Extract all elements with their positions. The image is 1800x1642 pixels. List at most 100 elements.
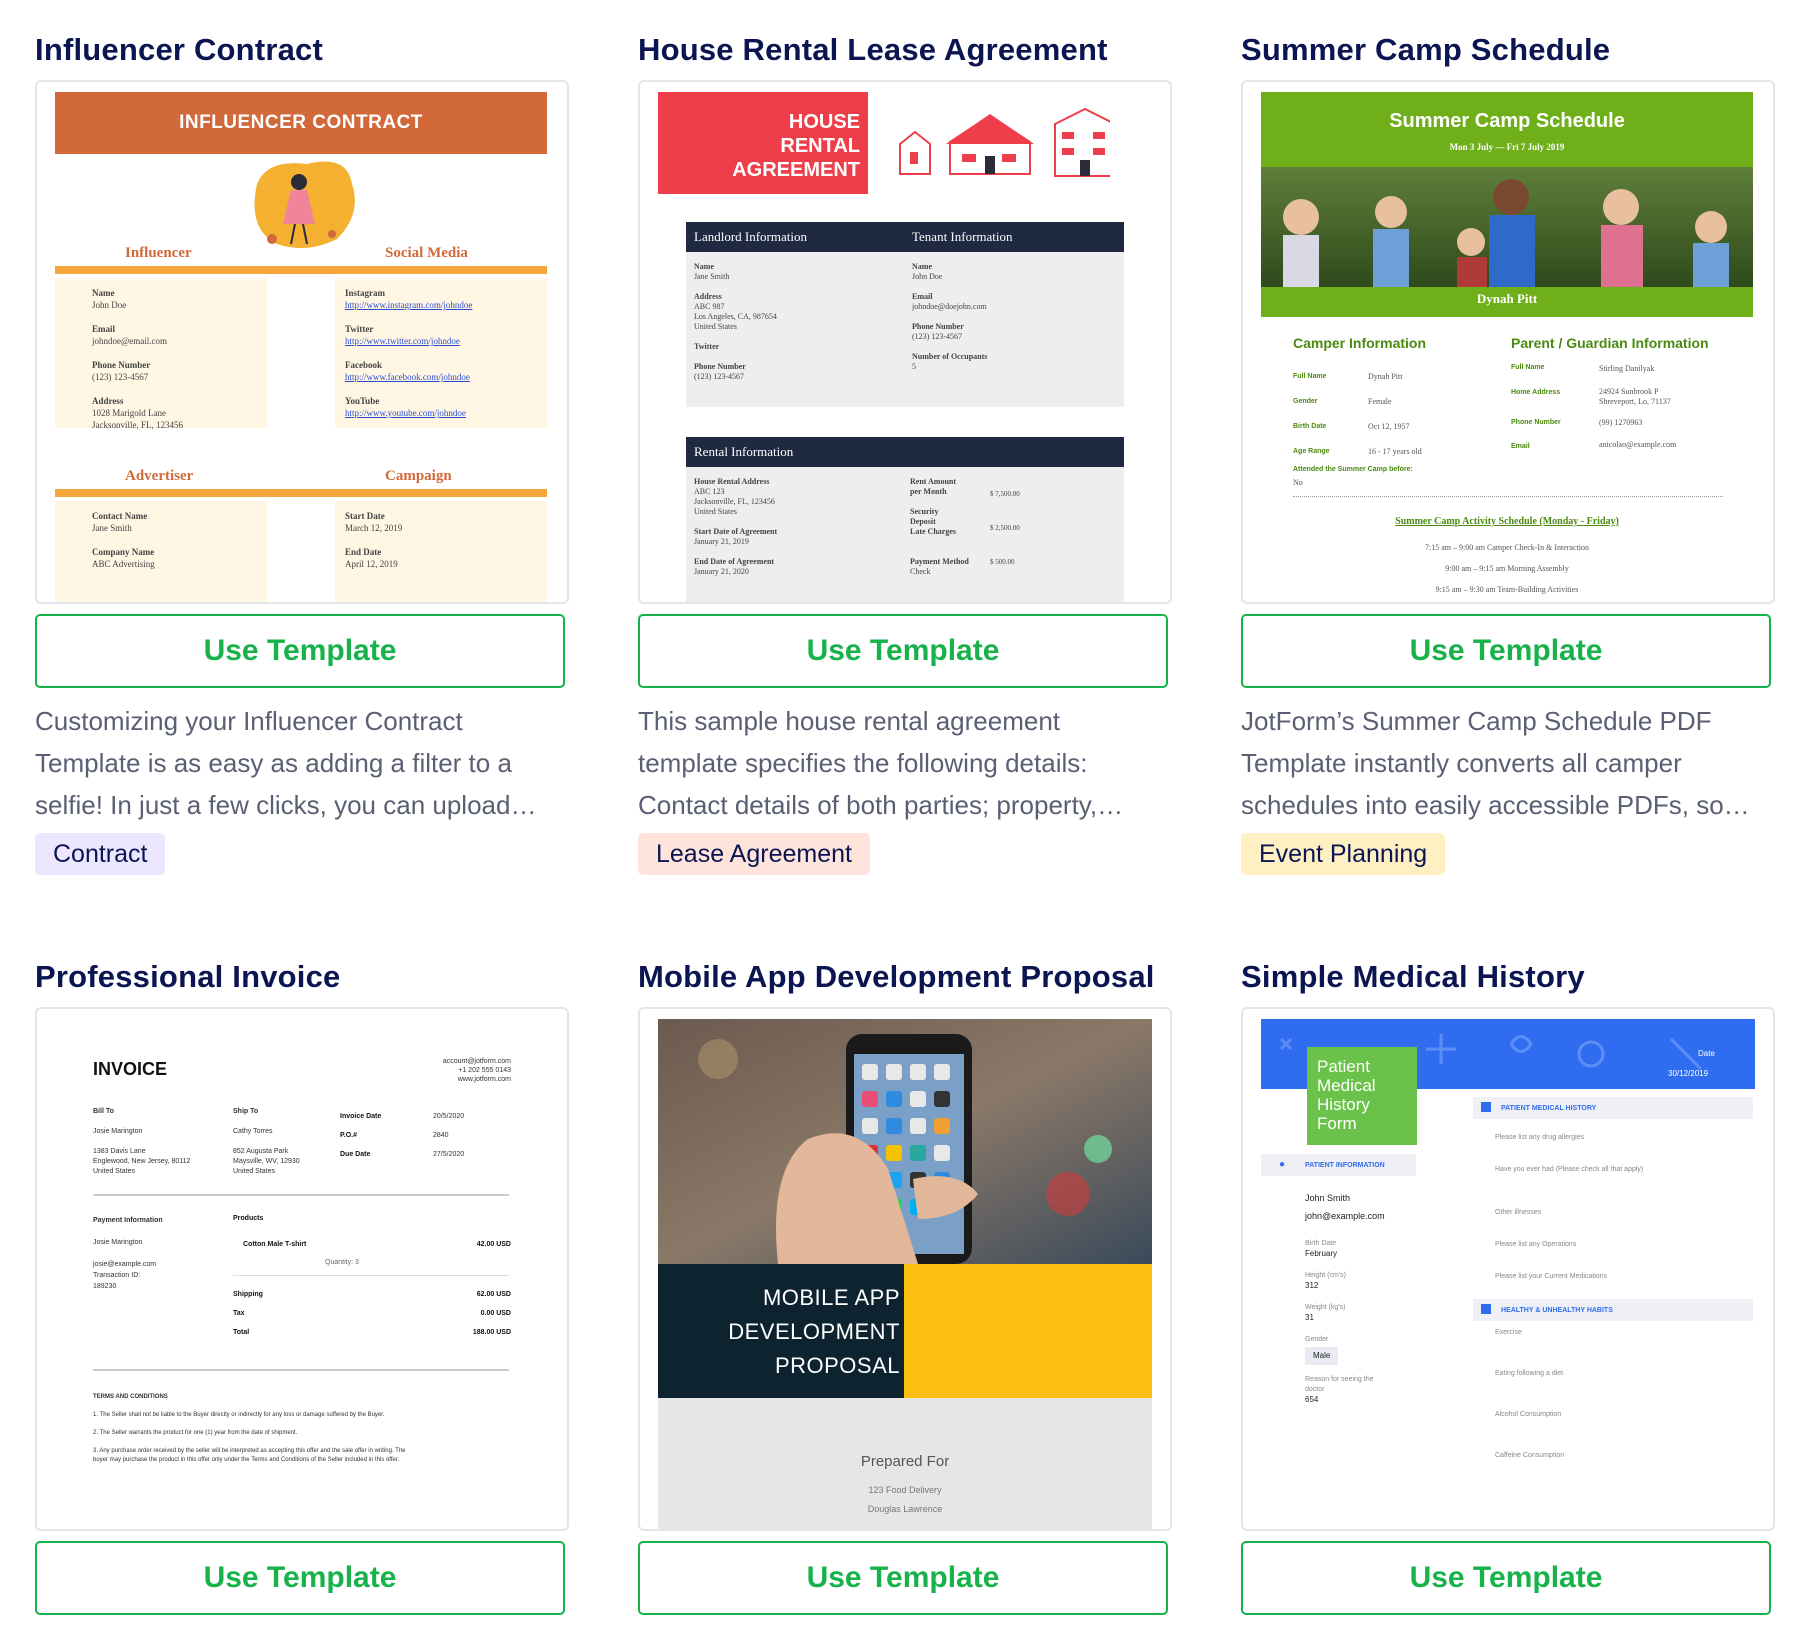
user-icon: ●	[1279, 1159, 1286, 1170]
products-heading: Products	[233, 1215, 264, 1222]
parent-labels: Full Name Home Address Phone Number Email	[1511, 364, 1561, 450]
patient-identity: John Smith john@example.com	[1305, 1193, 1385, 1221]
template-card-summer-camp: Summer Camp Schedule Summer Camp Schedul…	[1241, 28, 1775, 875]
divider	[55, 489, 547, 497]
patient-details: Birth Date February Height (cm's) 312 Weig…	[1305, 1240, 1374, 1404]
invoice-heading: INVOICE	[93, 1059, 168, 1079]
activity-list: 7:15 am – 9:00 am Camper Check-In & Inte…	[1425, 543, 1589, 594]
terms: TERMS AND CONDITIONS 1. The Seller shall…	[93, 1394, 406, 1463]
section-influencer: Influencer	[125, 245, 192, 261]
info-icon	[1481, 1102, 1491, 1112]
section-gap	[267, 501, 335, 602]
pi-heading: PATIENT INFORMATION	[1305, 1162, 1385, 1169]
divider	[55, 266, 547, 274]
rental-heading: Rental Information	[694, 444, 794, 459]
use-template-button[interactable]: Use Template	[35, 614, 565, 688]
card-title[interactable]: Summer Camp Schedule	[1241, 28, 1775, 72]
totals-labels: Shipping Tax Total	[233, 1291, 263, 1336]
category-tag[interactable]: Lease Agreement	[638, 833, 870, 875]
divider	[93, 1194, 509, 1196]
card-title[interactable]: Mobile App Development Proposal	[638, 955, 1172, 999]
card-title[interactable]: Influencer Contract	[35, 28, 569, 72]
parent-values: Stirling Danilyak 24924 Sunbrook P Shrevep…	[1599, 364, 1677, 449]
attended-value: No	[1293, 478, 1303, 487]
houses-icon	[899, 107, 1110, 177]
use-template-button[interactable]: Use Template	[35, 1541, 565, 1615]
card-title[interactable]: House Rental Lease Agreement	[638, 28, 1172, 72]
tenant-details: Name John Doe Email johndoe@doejohn.com Ph…	[912, 262, 988, 371]
product-quantity: Quantity: 3	[325, 1259, 359, 1266]
card-description: JotForm’s Summer Camp Schedule PDF Templa…	[1241, 706, 1750, 820]
product-price: 42.00 USD	[476, 1241, 511, 1248]
activity-heading: Summer Camp Activity Schedule (Monday - …	[1395, 516, 1619, 527]
section-social-media: Social Media	[385, 245, 468, 261]
use-template-button[interactable]: Use Template	[1241, 614, 1771, 688]
use-template-button[interactable]: Use Template	[638, 1541, 1168, 1615]
tenant-heading: Tenant Information	[912, 229, 1013, 244]
pmh-heading: PATIENT MEDICAL HISTORY	[1501, 1105, 1597, 1112]
prepared-for: Prepared For	[860, 1453, 950, 1470]
template-card-simple-medical-history: Simple Medical History Patient Medical His…	[1241, 955, 1775, 1615]
camper-values: Dynah Pitt Female Oct 12, 1957 16 - 17 year…	[1368, 372, 1422, 456]
habits-heading: HEALTHY & UNHEALTHY HABITS	[1501, 1307, 1613, 1314]
rental-amounts: $ 7,500.00 $ 2,500.00 $ 500.00	[990, 490, 1020, 566]
divider	[233, 1275, 509, 1276]
landlord-heading: Landlord Information	[694, 229, 807, 244]
template-card-mobile-app-proposal: Mobile App Development Proposal MOBILE A…	[638, 955, 1172, 1615]
use-template-button[interactable]: Use Template	[638, 614, 1168, 688]
prepared-for-details: 123 Food Delivery Douglas Lawrence	[867, 1485, 943, 1514]
medical-questions: Please list any drug allergies Have you …	[1495, 1134, 1644, 1280]
medical-form-badge: Patient Medical History Form	[1307, 1047, 1417, 1145]
attended-label: Attended the Summer Camp before:	[1293, 466, 1413, 473]
accent-block	[904, 1264, 1152, 1398]
social-details: Instagram http://www.instagram.com/johndo…	[345, 288, 473, 418]
camper-heading: Camper Information	[1293, 335, 1427, 351]
template-card-house-rental: House Rental Lease Agreement HOUSE RENTAL…	[638, 28, 1172, 875]
section-advertiser: Advertiser	[125, 468, 194, 484]
template-preview[interactable]: HOUSE RENTAL AGREEMENT Landlord Informatio…	[638, 80, 1172, 604]
category-tag[interactable]: Contract	[35, 833, 166, 875]
influencer-illustration-icon	[254, 161, 355, 248]
ship-to: Ship To Cathy Torres 852 Augusta Park Maysv…	[233, 1108, 300, 1175]
invoice-meta-labels: Invoice Date P.O.# Due Date	[340, 1113, 382, 1158]
preview-header: Summer Camp Schedule	[1389, 110, 1625, 132]
use-template-button[interactable]: Use Template	[1241, 1541, 1771, 1615]
preview-header: INFLUENCER CONTRACT	[55, 92, 547, 154]
template-preview[interactable]: Patient Medical History Form Date 30/12/201…	[1241, 1007, 1775, 1531]
card-title[interactable]: Simple Medical History	[1241, 955, 1775, 999]
advertiser-details: Contact Name Jane Smith Company Name ABC A…	[92, 511, 155, 569]
section-gap	[267, 278, 335, 428]
template-preview[interactable]: INVOICE account@jotform.com +1 202 555 01…	[35, 1007, 569, 1531]
bill-to: Bill To Josie Marington 1383 Davis Lane Eng…	[93, 1108, 191, 1175]
phone-photo-icon	[658, 1019, 1152, 1264]
divider	[1293, 496, 1723, 497]
template-preview[interactable]: Summer Camp Schedule Mon 3 July — Fri 7 …	[1241, 80, 1775, 604]
category-tag[interactable]: Event Planning	[1241, 833, 1446, 875]
section-campaign: Campaign	[385, 468, 452, 484]
card-description: This sample house rental agreement templa…	[638, 706, 1124, 820]
template-grid: Influencer Contract INFLUENCER CONTRACT …	[0, 0, 1800, 1642]
gender-chip: Male	[1305, 1347, 1339, 1365]
rental-details-left: House Rental Address ABC 123 Jacksonville,…	[694, 477, 778, 576]
payment-info: Payment Information Josie Marington josie@…	[93, 1217, 163, 1290]
influencer-details: Name John Doe Email johndoe@email.com Phon…	[92, 288, 183, 430]
preview-header: HOUSE RENTAL AGREEMENT	[658, 92, 868, 194]
invoice-contact: account@jotform.com +1 202 555 0143 www.jo…	[442, 1058, 511, 1083]
camper-name: Dynah Pitt	[1476, 291, 1538, 306]
campaign-details: Start Date March 12, 2019 End Date April 1…	[345, 511, 403, 569]
proposal-title: MOBILE APP DEVELOPMENT PROPOSAL	[728, 1285, 900, 1378]
habit-questions: Exercise Eating following a diet Alcohol…	[1495, 1329, 1565, 1459]
card-title[interactable]: Professional Invoice	[35, 955, 569, 999]
camper-labels: Full Name Gender Birth Date Age Range	[1293, 373, 1330, 455]
card-description: Customizing your Influencer Contract Temp…	[35, 706, 537, 820]
camp-dates: Mon 3 July — Fri 7 July 2019	[1449, 142, 1565, 152]
invoice-meta-values: 20/5/2020 2840 27/5/2020	[433, 1113, 465, 1158]
product-name: Cotton Male T-shirt	[243, 1241, 307, 1248]
date-value: 30/12/2019	[1668, 1069, 1709, 1078]
template-card-professional-invoice: Professional Invoice INVOICE account@jot…	[35, 955, 569, 1615]
template-preview[interactable]: INFLUENCER CONTRACT Influencer Social Me…	[35, 80, 569, 604]
info-icon	[1481, 1304, 1491, 1314]
landlord-details: Name Jane Smith Address ABC 987 Los Angeles…	[694, 262, 777, 381]
template-preview[interactable]: MOBILE APP DEVELOPMENT PROPOSAL Prepared F…	[638, 1007, 1172, 1531]
rental-details-right: Rent Amount per Month Security Deposit Lat…	[910, 477, 969, 576]
